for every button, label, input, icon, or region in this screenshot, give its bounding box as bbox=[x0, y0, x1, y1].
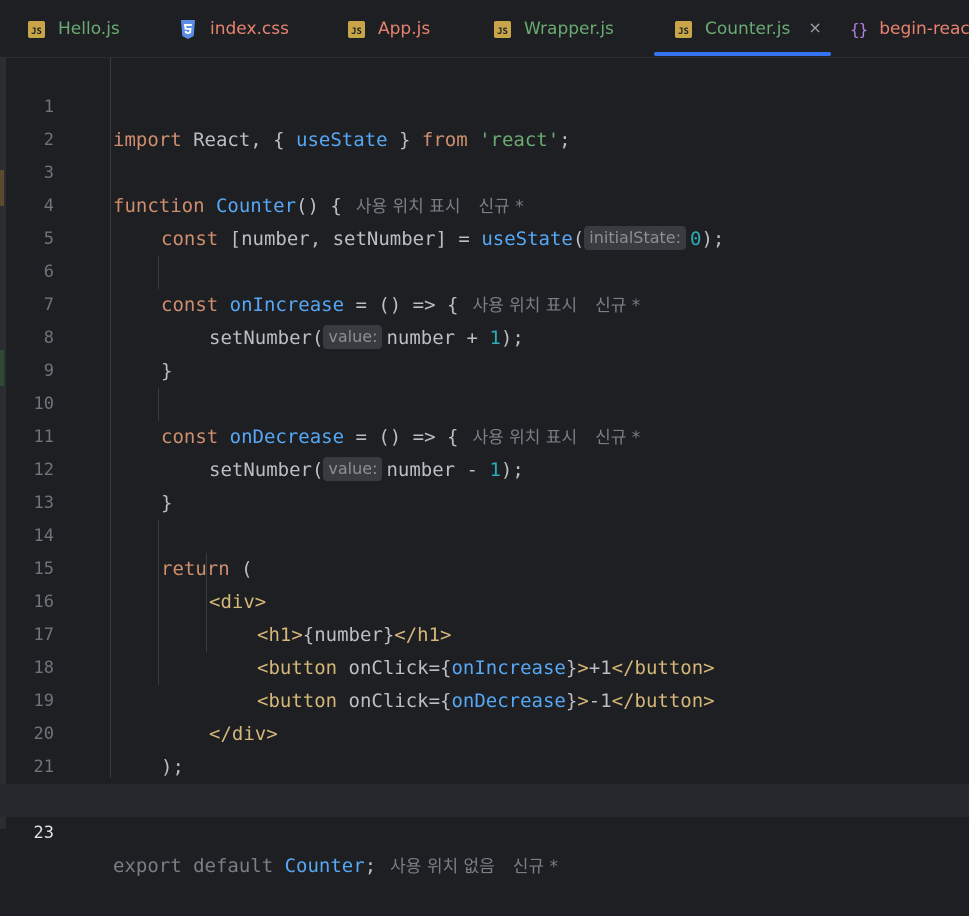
close-tab-icon[interactable]: × bbox=[808, 18, 821, 37]
code-line: 19 </div> bbox=[0, 652, 969, 745]
code-line: 14 return ( bbox=[0, 487, 969, 580]
tab-label: Counter.js bbox=[705, 19, 791, 39]
tab-label: index.css bbox=[210, 19, 289, 39]
css-file-icon bbox=[181, 19, 195, 39]
code-vision-hint[interactable]: 사용 위치 없음 신규 * bbox=[390, 857, 558, 877]
tab-label: Hello.js bbox=[58, 19, 120, 39]
code-line: 17 <button onClick={onIncrease}>+1</butt… bbox=[0, 586, 969, 679]
code-line: 8 } bbox=[0, 289, 969, 382]
editor-tab-bar: JS Hello.js index.css JS App.js JS Wrapp… bbox=[0, 0, 969, 58]
line-number: 23 bbox=[33, 823, 54, 843]
code-line: 13 bbox=[0, 454, 969, 513]
code-line: 5 bbox=[0, 190, 969, 249]
code-line: 4 const [number, setNumber] = useState(i… bbox=[0, 157, 969, 250]
json-file-icon: {} bbox=[850, 19, 868, 39]
tab-hello-js[interactable]: JS Hello.js bbox=[28, 0, 120, 58]
code-line: 7 setNumber(value: number + 1); bbox=[0, 256, 969, 349]
code-line: 16 <h1>{number}</h1> bbox=[0, 553, 969, 646]
tab-app-js[interactable]: JS App.js bbox=[348, 0, 430, 58]
code-line: 6 const onIncrease = () => {사용 위치 표시 신규 * bbox=[0, 223, 969, 316]
code-line: 18 <button onClick={onDecrease}>-1</butt… bbox=[0, 619, 969, 712]
tab-index-css[interactable]: index.css bbox=[180, 0, 289, 58]
js-file-icon: JS bbox=[348, 20, 365, 38]
code-line: 9 bbox=[0, 322, 969, 381]
js-file-icon: JS bbox=[494, 20, 511, 38]
code-line-current: 23 export default Counter; 사용 위치 없음 신규 * bbox=[0, 784, 969, 877]
code-line: 11 setNumber(value: number - 1); bbox=[0, 388, 969, 481]
code-line: 15 <div> bbox=[0, 520, 969, 613]
tab-label: begin-react bbox=[879, 19, 969, 39]
js-file-icon: JS bbox=[675, 20, 692, 38]
code-line: 12 } bbox=[0, 421, 969, 514]
code-line: 2 bbox=[0, 91, 969, 150]
tab-label: Wrapper.js bbox=[524, 19, 614, 39]
code-editor[interactable]: 1 import React, { useState } from 'react… bbox=[0, 58, 969, 877]
tab-wrapper-js[interactable]: JS Wrapper.js bbox=[494, 0, 614, 58]
js-file-icon: JS bbox=[28, 20, 45, 38]
code-line: 3 function Counter() {사용 위치 표시 신규 * bbox=[0, 124, 969, 217]
code-line: 20 ); bbox=[0, 685, 969, 778]
code-text: export default Counter; 사용 위치 없음 신규 * bbox=[113, 855, 558, 877]
code-line: 1 import React, { useState } from 'react… bbox=[0, 58, 969, 151]
code-line: 22 bbox=[0, 751, 969, 810]
tab-counter-js[interactable]: JS Counter.js × bbox=[675, 0, 822, 58]
tab-begin-react[interactable]: {} begin-react bbox=[850, 0, 969, 58]
tab-label: App.js bbox=[378, 19, 431, 39]
code-line: 21 } bbox=[0, 718, 969, 811]
active-tab-indicator bbox=[654, 52, 831, 56]
code-line: 10 const onDecrease = () => {사용 위치 표시 신규 … bbox=[0, 355, 969, 448]
